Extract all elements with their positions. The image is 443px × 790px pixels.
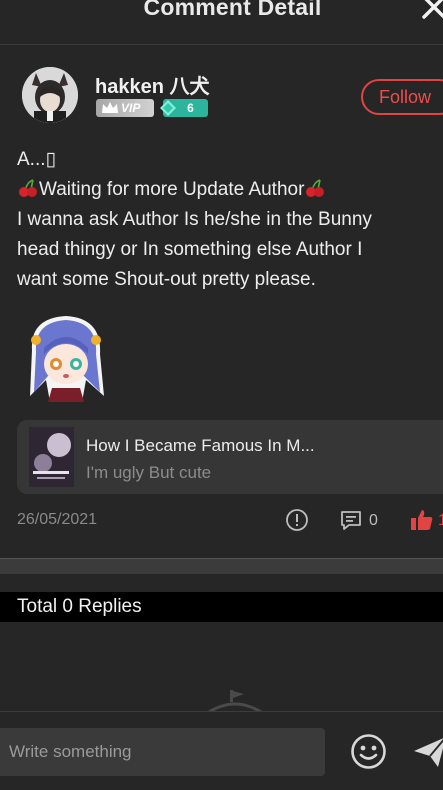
- comment-line: Waiting for more Update Author: [17, 175, 437, 205]
- replies-header: Total 0 Replies: [0, 592, 443, 622]
- username[interactable]: hakken 八犬: [95, 70, 209, 99]
- section-divider: [0, 558, 443, 574]
- close-icon[interactable]: [419, 0, 443, 22]
- like-count: 1: [438, 512, 443, 529]
- book-card[interactable]: How I Became Famous In M... I'm ugly But…: [17, 420, 443, 494]
- comment-line-text: Waiting for more Update Author: [39, 179, 305, 200]
- cherry-icon: [19, 179, 37, 197]
- replies-count-label: Total 0 Replies: [17, 596, 142, 617]
- comment-line: head thingy or In something else Author …: [17, 239, 363, 260]
- reply-icon[interactable]: [339, 508, 363, 532]
- comment-text: A...▯ Waiting for more Update Author I w…: [17, 145, 437, 295]
- gem-icon: [160, 100, 176, 116]
- comment-input-bar: [0, 711, 443, 790]
- anime-girl-sticker: [22, 310, 110, 402]
- comment-line: A...▯: [17, 149, 56, 170]
- report-icon[interactable]: [285, 508, 309, 532]
- book-author: I'm ugly But cute: [86, 463, 212, 482]
- crown-icon: [102, 102, 118, 113]
- comment-input[interactable]: [0, 728, 325, 776]
- emoji-icon[interactable]: [350, 733, 387, 770]
- page-title: Comment Detail: [143, 0, 322, 20]
- thumbs-up-icon[interactable]: [409, 507, 435, 533]
- vip-badge: VIP: [96, 99, 154, 117]
- vip-label: VIP: [121, 101, 141, 115]
- send-icon[interactable]: [412, 734, 443, 770]
- comment-line: I wanna ask Author Is he/she in the Bunn…: [17, 209, 372, 230]
- book-title: How I Became Famous In M...: [86, 436, 315, 455]
- book-cover-image: [29, 427, 74, 487]
- level-badge: 6: [160, 99, 208, 117]
- avatar[interactable]: [22, 67, 78, 123]
- header-bar: Comment Detail: [0, 0, 443, 45]
- follow-button[interactable]: Follow: [361, 79, 443, 115]
- cherry-icon: [306, 179, 325, 197]
- level-number: 6: [187, 101, 194, 115]
- comment-line: want some Shout-out pretty please.: [17, 269, 316, 290]
- comment-date: 26/05/2021: [17, 511, 98, 528]
- reply-count: 0: [369, 512, 378, 529]
